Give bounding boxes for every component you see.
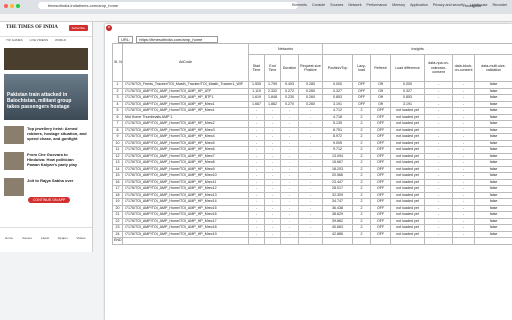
story-thumbnail — [4, 152, 24, 170]
story-card[interactable]: Top jewellery heist: Armed robbers, host… — [4, 126, 88, 146]
bottom-nav-games[interactable]: Games — [18, 228, 36, 240]
table-cell: END — [112, 237, 123, 245]
col-header-end-time: End Time — [264, 54, 281, 82]
bottom-nav-home[interactable]: Home — [0, 228, 18, 240]
table-cell — [264, 237, 281, 245]
table-cell — [424, 237, 454, 245]
table-cell: /7176/TOI_Feeds_Tracker/TOI_Masth_Tracke… — [122, 81, 249, 89]
close-icon[interactable]: × — [106, 25, 112, 31]
group-header-insights: Insights — [322, 43, 512, 55]
story-card[interactable]: From Che Guevara to Hindutva: How politi… — [4, 152, 88, 172]
table-cell — [297, 237, 324, 245]
table-body: 1/7176/TOI_Feeds_Tracker/TOI_Masth_Track… — [112, 81, 512, 245]
site-header: THE TIMES OF INDIA Subscribe — [0, 22, 92, 37]
hero-story[interactable]: Pakistan train attacked in Balochistan, … — [4, 74, 88, 120]
continue-on-app-button[interactable]: CONTINUE ON APP — [28, 197, 71, 203]
bottom-nav: Home Games Latest Epaper Videos — [0, 227, 92, 242]
devtools-tab[interactable]: Network — [348, 3, 361, 7]
col-header-request-size: Request size Positive — [297, 54, 324, 82]
window-controls — [4, 4, 22, 9]
subscribe-button[interactable]: Subscribe — [68, 25, 88, 31]
url-field[interactable]: https://timesofindia.com/amp_home — [136, 36, 219, 43]
devtools-tab[interactable]: Elements — [292, 3, 307, 7]
nav-item-games[interactable]: TOI GAMES — [6, 38, 23, 42]
devtools-tab[interactable]: Application — [410, 3, 428, 7]
table-cell — [122, 237, 249, 245]
story-thumbnail — [4, 178, 24, 196]
site-nav: TOI GAMES LIVE VIDEOS WORLD — [0, 36, 92, 44]
devtools-tab[interactable]: Sources — [330, 3, 343, 7]
story-title: Jolt to Rajya Sabha over — [27, 178, 74, 183]
minimize-window-button[interactable] — [10, 4, 14, 8]
col-header-slno: Sl. No. — [112, 43, 123, 82]
mobile-page-preview: THE TIMES OF INDIA Subscribe TOI GAMES L… — [0, 22, 93, 252]
bottom-nav-videos[interactable]: Videos — [72, 228, 90, 240]
col-header-lazy-load: Lazy-load — [352, 54, 372, 82]
ad-report-table: Sl. No. AdCode Networks Insights Start T… — [112, 43, 512, 245]
table-cell — [280, 237, 299, 245]
table-cell — [390, 237, 426, 245]
group-header-networks: Networks — [247, 43, 324, 55]
maximize-window-button[interactable] — [16, 4, 20, 8]
table-row: END — [112, 237, 512, 245]
table-cell — [370, 237, 392, 245]
col-header-block-consent: data-block-on-consent — [452, 54, 476, 82]
col-header-refresh: Refresh — [370, 54, 392, 82]
url-row: URL: https://timesofindia.com/amp_home — [118, 36, 219, 43]
bottom-nav-latest[interactable]: Latest — [36, 228, 54, 240]
col-header-duration: Duration — [280, 54, 299, 82]
col-header-adcode: AdCode — [122, 43, 249, 82]
table-cell — [352, 237, 372, 245]
close-window-button[interactable] — [4, 4, 8, 8]
devtools-tab[interactable]: Recorder — [492, 3, 507, 7]
browser-toolbar: timesofindia.indiatimes.com/amp_home Ele… — [0, 0, 512, 15]
table-cell — [248, 237, 265, 245]
devtools-subbar — [0, 14, 512, 22]
url-label: URL: — [118, 36, 134, 43]
story-title: From Che Guevara to Hindutva: How politi… — [27, 152, 78, 167]
devtools-tab[interactable]: Console — [312, 3, 325, 7]
col-header-load-difference: Load difference — [390, 54, 426, 82]
nav-item-world[interactable]: WORLD — [55, 38, 66, 42]
profile-indicator[interactable]: Incognito — [465, 2, 481, 9]
story-title: Top jewellery heist: Armed robbers, host… — [27, 126, 87, 141]
story-thumbnail — [4, 126, 24, 144]
devtools-tab[interactable]: Performance — [367, 3, 388, 7]
story-card[interactable]: Jolt to Rajya Sabha over — [4, 178, 88, 198]
devtools-tab[interactable]: Memory — [392, 3, 405, 7]
col-header-position: Position/Top — [322, 54, 354, 82]
devtools-tab[interactable]: Privacy and security — [433, 3, 465, 7]
nav-item-videos[interactable]: LIVE VIDEOS — [29, 38, 48, 42]
bottom-nav-epaper[interactable]: Epaper — [54, 228, 72, 240]
col-header-multi-size: data-multi-size-validation — [474, 54, 512, 82]
table-cell — [322, 237, 354, 245]
site-logo[interactable]: THE TIMES OF INDIA — [6, 25, 58, 30]
address-bar[interactable]: timesofindia.indiatimes.com/amp_home — [38, 2, 298, 9]
table-cell — [474, 237, 512, 245]
col-header-start-time: Start Time — [248, 54, 265, 82]
col-header-npa-consent: data-npa-on-unknown-consent — [424, 54, 454, 82]
ad-banner[interactable] — [4, 48, 88, 70]
table-cell — [452, 237, 476, 245]
